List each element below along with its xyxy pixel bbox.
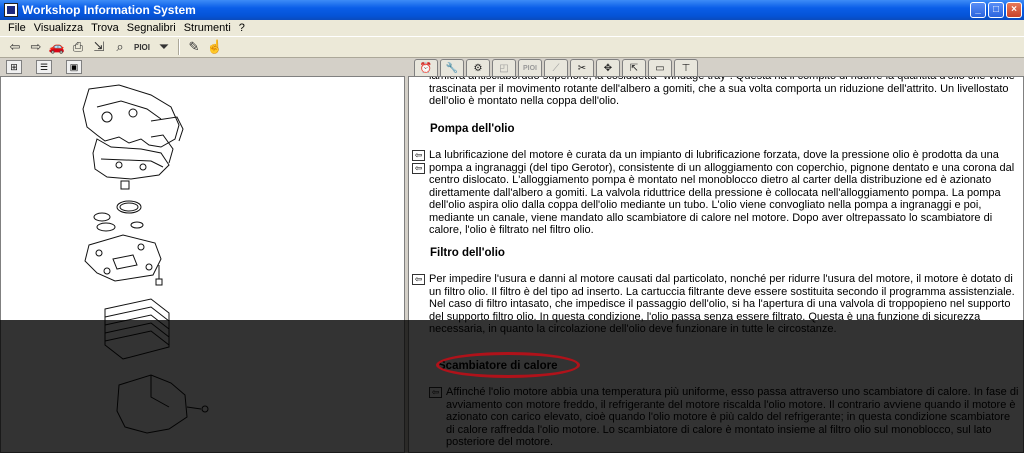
print-icon[interactable]: ⎙ bbox=[69, 38, 87, 56]
toolbar-separator bbox=[178, 39, 180, 55]
menu-strumenti[interactable]: Strumenti bbox=[180, 22, 235, 34]
tab-tool-icon[interactable]: ⟋ bbox=[544, 59, 568, 76]
main-toolbar: ⇦ ⇨ 🚗 ⎙ ⇲ ⌕ PIOI ⏷ ✎ ☝ bbox=[0, 36, 1024, 58]
menu-file[interactable]: File bbox=[4, 22, 30, 34]
link-back-icon[interactable]: ⇦ bbox=[429, 387, 442, 398]
pencil-icon[interactable]: ✎ bbox=[185, 38, 203, 56]
menu-visualizza[interactable]: Visualizza bbox=[30, 22, 87, 34]
pump-paragraph: La lubrificazione del motore è curata da… bbox=[429, 149, 1015, 236]
tab-move-icon[interactable]: ✥ bbox=[596, 59, 620, 76]
back-arrow-icon[interactable]: ⇦ bbox=[6, 38, 24, 56]
pioi-button[interactable]: PIOI bbox=[132, 38, 152, 56]
link-back-icon[interactable]: ⇦ bbox=[412, 163, 425, 174]
diagram-code: F2210030 bbox=[299, 441, 333, 449]
tab-component-icon[interactable]: ◰ bbox=[492, 59, 516, 76]
exchanger-paragraph: Affinché l'olio motore abbia una tempera… bbox=[446, 386, 1019, 448]
tab-clock-icon[interactable]: ⏰ bbox=[414, 59, 438, 76]
window-title: Workshop Information System bbox=[22, 3, 196, 17]
heading-pump: Pompa dell'olio bbox=[430, 123, 515, 135]
link-back-icon[interactable]: ⇦ bbox=[412, 150, 425, 161]
forward-arrow-icon[interactable]: ⇨ bbox=[27, 38, 45, 56]
menu-bar: File Visualizza Trova Segnalibri Strumen… bbox=[0, 20, 1024, 36]
minimize-button[interactable]: _ bbox=[970, 2, 986, 18]
export-icon[interactable]: ⇲ bbox=[90, 38, 108, 56]
tab-tools-icon[interactable]: ✂ bbox=[570, 59, 594, 76]
content-pane: lamiera antisciaborduo superiore, la cos… bbox=[408, 76, 1024, 453]
funnel-icon[interactable]: ⏷ bbox=[155, 38, 173, 56]
window-controls: _ □ × bbox=[970, 2, 1022, 18]
tab-lift-icon[interactable]: ⇱ bbox=[622, 59, 646, 76]
binoculars-icon[interactable]: ⌕ bbox=[111, 38, 129, 56]
exploded-diagram bbox=[82, 84, 209, 434]
menu-help[interactable]: ? bbox=[235, 22, 249, 34]
close-button[interactable]: × bbox=[1006, 2, 1022, 18]
heading-filter: Filtro dell'olio bbox=[430, 247, 505, 259]
list-view-icon[interactable]: ☰ bbox=[36, 60, 52, 74]
left-pane-toolbar: ⊞ ☰ ▣ bbox=[0, 58, 405, 76]
link-back-icon[interactable]: ⇦ bbox=[412, 274, 425, 285]
tab-scale-icon[interactable]: ⊤ bbox=[674, 59, 698, 76]
title-bar: Workshop Information System _ □ × bbox=[0, 0, 1024, 20]
hand-icon[interactable]: ☝ bbox=[206, 38, 224, 56]
tab-gears-icon[interactable]: ⚙ bbox=[466, 59, 490, 76]
right-pane-tabs: ⏰ 🔧 ⚙ ◰ PIOI ⟋ ✂ ✥ ⇱ ▭ ⊤ bbox=[410, 58, 1024, 76]
image-view-icon[interactable]: ▣ bbox=[66, 60, 82, 74]
intro-paragraph: lamiera antisciaborduo superiore, la cos… bbox=[429, 76, 1015, 107]
tree-icon[interactable]: ⊞ bbox=[6, 60, 22, 74]
menu-segnalibri[interactable]: Segnalibri bbox=[123, 22, 180, 34]
maximize-button[interactable]: □ bbox=[988, 2, 1004, 18]
tab-pioi[interactable]: PIOI bbox=[518, 59, 542, 76]
car-icon[interactable]: 🚗 bbox=[48, 38, 66, 56]
tab-wrench-icon[interactable]: 🔧 bbox=[440, 59, 464, 76]
highlight-ring bbox=[436, 352, 580, 378]
filter-paragraph: Per impedire l'usura e danni al motore c… bbox=[429, 273, 1015, 335]
app-icon bbox=[4, 3, 18, 17]
diagram-pane: F2210030 bbox=[0, 76, 405, 453]
tab-monitor-icon[interactable]: ▭ bbox=[648, 59, 672, 76]
menu-trova[interactable]: Trova bbox=[87, 22, 123, 34]
